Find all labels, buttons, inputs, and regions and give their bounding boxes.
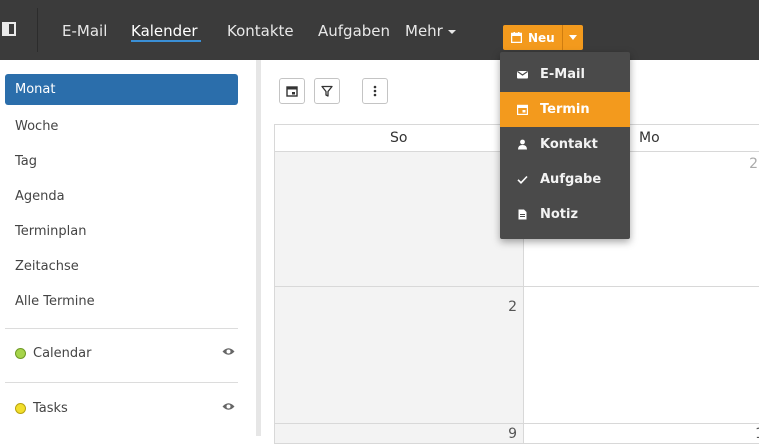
new-button-label: Neu: [528, 30, 555, 45]
new-button[interactable]: Neu: [503, 25, 562, 50]
day-number: 9: [508, 426, 517, 442]
menu-item-aufgabe[interactable]: Aufgabe: [500, 162, 630, 197]
day-cell[interactable]: [523, 287, 759, 424]
calendar-label: Calendar: [33, 345, 92, 361]
tasks-color-dot: [15, 402, 26, 414]
tasks-label: Tasks: [33, 400, 68, 416]
menu-item-email[interactable]: E-Mail: [500, 57, 630, 92]
nav-email[interactable]: E-Mail: [62, 22, 107, 40]
calendar-item-tasks[interactable]: Tasks: [15, 398, 239, 418]
top-navigation-bar: E-Mail Kalender Kontakte Aufgaben Mehr N…: [0, 0, 759, 60]
more-options-button[interactable]: [362, 78, 388, 104]
sidebar: Monat Woche Tag Agenda Terminplan Zeitac…: [0, 60, 256, 436]
menu-item-label: E-Mail: [540, 67, 585, 82]
sidebar-divider: [5, 328, 238, 329]
day-number: 1: [755, 426, 759, 442]
menu-item-kontakt[interactable]: Kontakt: [500, 127, 630, 162]
sidebar-item-agenda[interactable]: Agenda: [5, 181, 238, 212]
calendar-item-calendar[interactable]: Calendar: [15, 343, 239, 363]
sidebar-item-zeitachse[interactable]: Zeitachse: [5, 251, 238, 282]
nav-mehr-label: Mehr: [405, 22, 443, 40]
day-cell[interactable]: 9: [274, 424, 524, 444]
filter-icon: [321, 85, 333, 97]
menu-item-label: Aufgabe: [540, 172, 602, 187]
weekday-header: Mo: [639, 130, 660, 146]
nav-mehr[interactable]: Mehr: [405, 22, 456, 40]
nav-aufgaben[interactable]: Aufgaben: [318, 22, 390, 40]
sidebar-item-monat[interactable]: Monat: [5, 74, 238, 105]
new-button-group: Neu: [503, 25, 583, 50]
menu-item-termin[interactable]: Termin: [500, 92, 630, 127]
sidebar-item-tag[interactable]: Tag: [5, 146, 238, 177]
nav-kalender[interactable]: Kalender: [131, 22, 198, 40]
envelope-icon: [517, 71, 528, 79]
vertical-dots-icon: [373, 85, 377, 97]
day-cell[interactable]: [274, 152, 524, 287]
menu-item-label: Termin: [540, 102, 590, 117]
new-dropdown-toggle[interactable]: [561, 25, 583, 50]
day-number: 2: [508, 299, 517, 315]
calendar-icon: [517, 104, 528, 115]
person-icon: [518, 139, 527, 150]
eye-icon[interactable]: [222, 402, 235, 411]
day-cell[interactable]: 1: [523, 424, 759, 444]
menu-item-notiz[interactable]: Notiz: [500, 197, 630, 232]
weekday-header: So: [390, 130, 408, 146]
sidebar-divider: [5, 382, 238, 383]
calendar-icon: [286, 86, 298, 97]
sidebar-item-terminplan[interactable]: Terminplan: [5, 216, 238, 247]
calendar-color-dot: [15, 347, 26, 359]
day-number: 2: [749, 156, 758, 172]
sidebar-toggle-icon[interactable]: [2, 22, 16, 36]
calendar-icon: [511, 32, 522, 43]
chevron-down-icon: [447, 29, 456, 34]
sidebar-item-woche[interactable]: Woche: [5, 111, 238, 142]
sidebar-border: [256, 60, 261, 436]
sidebar-item-alle-termine[interactable]: Alle Termine: [5, 286, 238, 317]
caret-down-icon: [568, 35, 577, 40]
active-nav-underline: [131, 40, 201, 42]
nav-separator: [37, 8, 38, 52]
menu-item-label: Notiz: [540, 207, 579, 222]
nav-kontakte[interactable]: Kontakte: [227, 22, 294, 40]
new-dropdown-menu: E-Mail Termin Kontakt Aufgabe Notiz: [500, 52, 630, 239]
note-icon: [518, 209, 527, 220]
day-cell[interactable]: 2: [274, 287, 524, 424]
date-picker-button[interactable]: [279, 78, 305, 104]
check-icon: [517, 175, 528, 184]
filter-button[interactable]: [314, 78, 340, 104]
menu-item-label: Kontakt: [540, 137, 598, 152]
eye-icon[interactable]: [222, 347, 235, 356]
